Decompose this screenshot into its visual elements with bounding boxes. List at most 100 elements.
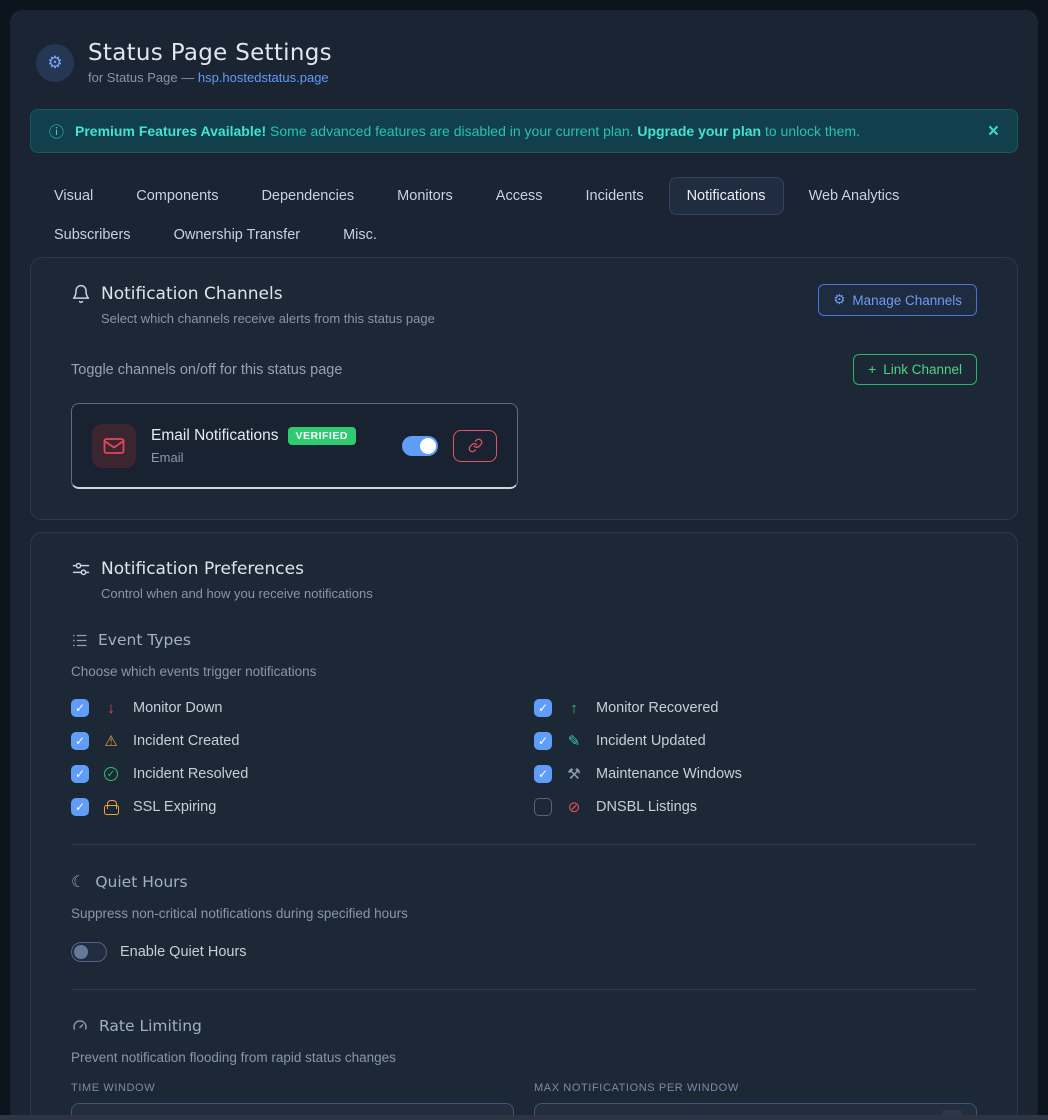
bell-icon xyxy=(71,284,91,304)
divider xyxy=(71,989,977,990)
pencil-icon: ✎ xyxy=(565,734,583,749)
tab-components[interactable]: Components xyxy=(118,177,236,215)
link-channel-label: Link Channel xyxy=(883,362,962,377)
arrow-down-icon: ↓ xyxy=(102,701,120,716)
tab-misc[interactable]: Misc. xyxy=(325,216,395,254)
chain-link-icon xyxy=(468,438,483,453)
manage-channels-button[interactable]: ⚙ Manage Channels xyxy=(818,284,977,316)
status-page-link[interactable]: hsp.hostedstatus.page xyxy=(198,70,329,85)
quiet-hours-subtitle: Suppress non-critical notifications duri… xyxy=(71,906,977,921)
checkbox[interactable] xyxy=(71,798,89,816)
banner-suffix-text: to unlock them. xyxy=(761,123,860,139)
toggle-channels-hint: Toggle channels on/off for this status p… xyxy=(71,362,342,378)
ban-icon: ⊘ xyxy=(565,800,583,815)
banner-middle-text: Some advanced features are disabled in y… xyxy=(266,123,637,139)
checkbox[interactable] xyxy=(534,765,552,783)
tab-access[interactable]: Access xyxy=(478,177,561,215)
check-circle-icon: ✓ xyxy=(104,767,118,781)
warning-icon: ⚠ xyxy=(102,734,120,749)
plus-icon: + xyxy=(868,362,876,377)
envelope-icon xyxy=(102,434,126,458)
event-type-label: Incident Updated xyxy=(596,733,706,749)
page-header: ⚙ Status Page Settings for Status Page —… xyxy=(36,40,1018,85)
tab-notifications[interactable]: Notifications xyxy=(669,177,784,215)
channel-type: Email xyxy=(151,450,356,465)
checkbox[interactable] xyxy=(71,699,89,717)
email-channel-tile xyxy=(92,424,136,468)
preferences-title: Notification Preferences xyxy=(101,559,304,579)
quiet-hours-subsection: ☾ Quiet Hours Suppress non-critical noti… xyxy=(71,872,977,962)
event-type-label: Maintenance Windows xyxy=(596,766,742,782)
bottom-cutoff-strip xyxy=(0,1115,1048,1120)
arrow-up-icon: ↑ xyxy=(565,701,583,716)
event-types-header: Event Types xyxy=(71,631,977,649)
event-types-title: Event Types xyxy=(98,631,191,649)
premium-banner: ⓘ Premium Features Available! Some advan… xyxy=(30,109,1018,153)
event-type-dnsbl-listings[interactable]: ⊘ DNSBL Listings xyxy=(534,797,977,817)
moon-icon: ☾ xyxy=(71,872,85,891)
event-types-grid: ↓ Monitor Down ↑ Monitor Recovered ⚠ Inc… xyxy=(71,698,977,817)
event-type-incident-updated[interactable]: ✎ Incident Updated xyxy=(534,731,977,751)
tab-ownership-transfer[interactable]: Ownership Transfer xyxy=(156,216,319,254)
event-type-label: Incident Created xyxy=(133,733,239,749)
event-type-maintenance-windows[interactable]: ⚒ Maintenance Windows xyxy=(534,764,977,784)
rate-limiting-subsection: Rate Limiting Prevent notification flood… xyxy=(71,1017,977,1116)
tab-dependencies[interactable]: Dependencies xyxy=(243,177,372,215)
tab-subscribers[interactable]: Subscribers xyxy=(36,216,149,254)
checkbox[interactable] xyxy=(534,699,552,717)
gear-icon: ⚙ xyxy=(833,292,845,308)
event-type-monitor-recovered[interactable]: ↑ Monitor Recovered xyxy=(534,698,977,718)
subtitle-text: for Status Page — xyxy=(88,70,198,85)
tab-monitors[interactable]: Monitors xyxy=(379,177,471,215)
time-window-label: TIME WINDOW xyxy=(71,1082,514,1094)
checkbox[interactable] xyxy=(534,798,552,816)
rate-limiting-subtitle: Prevent notification flooding from rapid… xyxy=(71,1050,977,1065)
lock-icon xyxy=(104,800,118,815)
channel-name: Email Notifications xyxy=(151,427,279,445)
channels-subtitle: Select which channels receive alerts fro… xyxy=(101,311,435,326)
channels-title-row: Notification Channels xyxy=(71,284,435,304)
max-notifications-label: MAX NOTIFICATIONS PER WINDOW xyxy=(534,1082,977,1094)
upgrade-plan-link[interactable]: Upgrade your plan xyxy=(637,123,761,139)
gauge-icon xyxy=(71,1017,89,1035)
sliders-icon xyxy=(71,559,91,579)
tab-visual[interactable]: Visual xyxy=(36,177,111,215)
preferences-title-row: Notification Preferences xyxy=(71,559,977,579)
tab-web-analytics[interactable]: Web Analytics xyxy=(791,177,918,215)
close-icon[interactable]: × xyxy=(988,122,999,141)
quiet-hours-toggle-label: Enable Quiet Hours xyxy=(120,944,247,960)
unlink-channel-button[interactable] xyxy=(453,430,497,462)
event-type-label: DNSBL Listings xyxy=(596,799,697,815)
checkbox[interactable] xyxy=(71,732,89,750)
preferences-subtitle: Control when and how you receive notific… xyxy=(101,586,977,601)
quiet-hours-header: ☾ Quiet Hours xyxy=(71,872,977,891)
link-channel-button[interactable]: + Link Channel xyxy=(853,354,977,385)
event-type-incident-resolved[interactable]: ✓ Incident Resolved xyxy=(71,764,514,784)
event-type-label: Monitor Recovered xyxy=(596,700,719,716)
event-type-label: Monitor Down xyxy=(133,700,222,716)
gear-icon: ⚙ xyxy=(47,53,62,73)
checkbox[interactable] xyxy=(71,765,89,783)
settings-panel: ⚙ Status Page Settings for Status Page —… xyxy=(10,10,1038,1116)
email-channel-toggle[interactable] xyxy=(402,436,438,456)
rate-limiting-header: Rate Limiting xyxy=(71,1017,977,1035)
notification-preferences-section: Notification Preferences Control when an… xyxy=(30,532,1018,1116)
quiet-hours-toggle[interactable] xyxy=(71,942,107,962)
info-icon: ⓘ xyxy=(49,121,64,142)
notification-channels-section: Notification Channels Select which chann… xyxy=(30,257,1018,520)
time-window-field: TIME WINDOW 15 minutes xyxy=(71,1082,514,1116)
event-type-monitor-down[interactable]: ↓ Monitor Down xyxy=(71,698,514,718)
event-type-ssl-expiring[interactable]: SSL Expiring xyxy=(71,797,514,817)
checkbox[interactable] xyxy=(534,732,552,750)
channels-title: Notification Channels xyxy=(101,284,283,304)
page-subtitle: for Status Page — hsp.hostedstatus.page xyxy=(88,70,332,85)
event-type-label: Incident Resolved xyxy=(133,766,248,782)
tab-incidents[interactable]: Incidents xyxy=(568,177,662,215)
max-notifications-field: MAX NOTIFICATIONS PER WINDOW 10 xyxy=(534,1082,977,1116)
event-types-subtitle: Choose which events trigger notification… xyxy=(71,664,977,679)
rate-limiting-title: Rate Limiting xyxy=(99,1017,202,1035)
event-type-incident-created[interactable]: ⚠ Incident Created xyxy=(71,731,514,751)
manage-channels-label: Manage Channels xyxy=(852,293,962,308)
page-title: Status Page Settings xyxy=(88,40,332,66)
settings-gear-badge: ⚙ xyxy=(36,44,74,82)
